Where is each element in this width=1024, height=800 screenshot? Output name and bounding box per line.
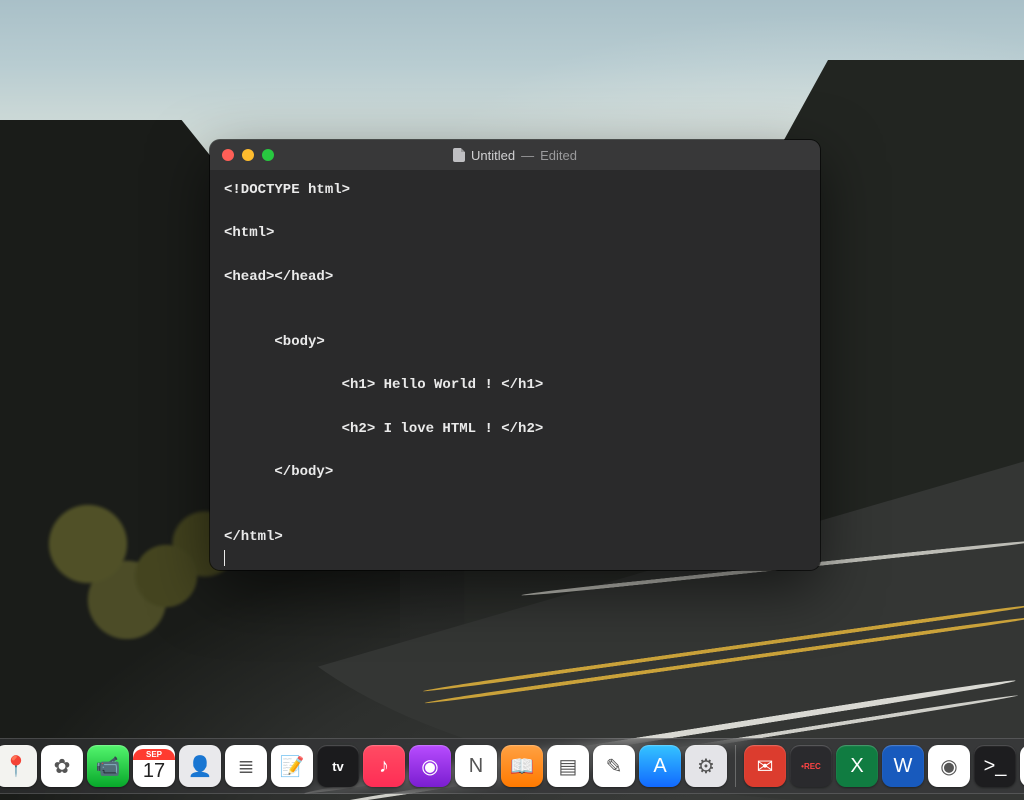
dock-app-recorder[interactable]: •REC [790,745,832,787]
text-editor-window[interactable]: Untitled — Edited <!DOCTYPE html> <html>… [210,140,820,570]
dock-app-system-settings[interactable]: ⚙︎ [685,745,727,787]
dock-app-notes[interactable]: 📝 [271,745,313,787]
window-minimize-button[interactable] [242,149,254,161]
document-name: Untitled [471,148,515,163]
dock-app-contacts[interactable]: 👤 [179,745,221,787]
window-title: Untitled — Edited [210,148,820,163]
dock-app-pages[interactable]: ✎ [593,745,635,787]
dock-app-reminders[interactable]: ≣ [225,745,267,787]
dock-app-excel[interactable]: X [836,745,878,787]
dock-app-news[interactable]: N [455,745,497,787]
dock-app-word[interactable]: W [882,745,924,787]
dock-app-numbers[interactable]: ▤ [547,745,589,787]
window-close-button[interactable] [222,149,234,161]
dock-app-calendar[interactable]: SEP17 [133,745,175,787]
dock-app-photos[interactable]: ✿ [41,745,83,787]
dock-app-podcasts[interactable]: ◉ [409,745,451,787]
window-titlebar[interactable]: Untitled — Edited [210,140,820,170]
dock-app-mail-client[interactable]: ✉︎ [744,745,786,787]
editor-content[interactable]: <!DOCTYPE html> <html> <head></head> <bo… [210,170,820,570]
window-zoom-button[interactable] [262,149,274,161]
dock-app-tv[interactable]: tv [317,745,359,787]
dock-app-terminal[interactable]: >_ [974,745,1016,787]
dock-app-facetime[interactable]: 📹 [87,745,129,787]
dock-app-app-store[interactable]: A [639,745,681,787]
desktop: Untitled — Edited <!DOCTYPE html> <html>… [0,0,1024,800]
dock-app-maps[interactable]: 📍 [0,745,37,787]
dock-separator [735,745,736,787]
dock-app-books[interactable]: 📖 [501,745,543,787]
dock-app-chrome[interactable]: ◉ [928,745,970,787]
dock-container: 🙂▦3🧭✉︎10💬📍✿📹SEP17👤≣📝tv♪◉N📖▤✎A⚙︎✉︎•RECXW◉… [0,738,1024,794]
dock[interactable]: 🙂▦3🧭✉︎10💬📍✿📹SEP17👤≣📝tv♪◉N📖▤✎A⚙︎✉︎•RECXW◉… [0,738,1024,794]
document-icon [453,148,465,162]
dock-app-music[interactable]: ♪ [363,745,405,787]
dock-app-slack[interactable]: ✱ [1020,745,1024,787]
document-status: Edited [540,148,577,163]
